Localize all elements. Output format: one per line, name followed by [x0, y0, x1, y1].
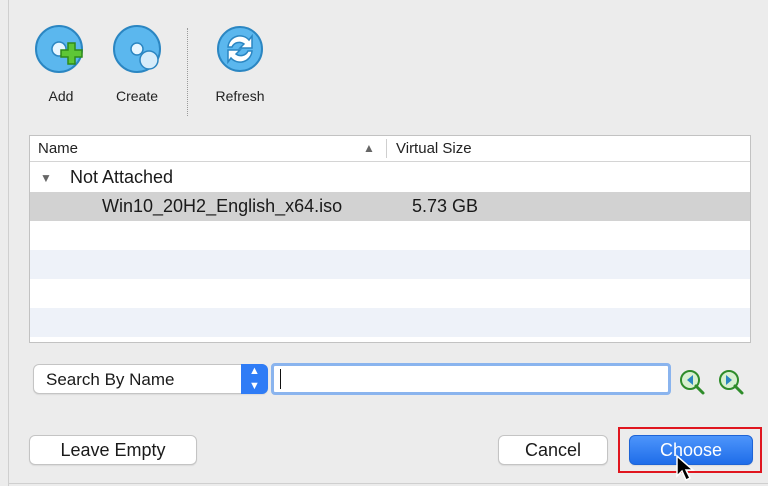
empty-row: [30, 221, 750, 250]
search-previous-icon[interactable]: [677, 366, 707, 396]
toolbar-separator: [187, 28, 188, 116]
empty-row: [30, 279, 750, 308]
group-row-not-attached[interactable]: ▼ Not Attached: [30, 163, 750, 192]
medium-name: Win10_20H2_English_x64.iso: [102, 196, 343, 216]
empty-row: [30, 250, 750, 279]
create-disk-icon: [113, 25, 161, 73]
medium-list[interactable]: Name ▲ Virtual Size ▼ Not Attached Win10…: [29, 135, 751, 343]
window-edge-bottom: [8, 483, 768, 484]
add-disk-icon: [35, 25, 83, 73]
window-edge: [8, 0, 9, 486]
refresh-icon: [217, 26, 263, 72]
medium-size: 5.73 GB: [412, 196, 479, 216]
add-label: Add: [48, 88, 74, 104]
search-input[interactable]: [271, 363, 671, 395]
group-label: Not Attached: [70, 167, 174, 187]
disclosure-triangle-icon[interactable]: ▼: [40, 171, 52, 185]
create-label: Create: [115, 88, 159, 104]
empty-row: [30, 308, 750, 337]
leave-empty-button[interactable]: Leave Empty: [29, 435, 197, 465]
refresh-button[interactable]: Refresh: [207, 22, 273, 114]
select-stepper-icon[interactable]: ▲ ▼: [241, 364, 268, 394]
add-button[interactable]: Add: [28, 22, 94, 114]
cancel-button[interactable]: Cancel: [498, 435, 608, 465]
create-button[interactable]: Create: [104, 22, 170, 114]
search-next-icon[interactable]: [716, 366, 746, 396]
list-header: Name ▲ Virtual Size: [30, 136, 750, 162]
search-type-value: Search By Name: [46, 370, 175, 389]
refresh-label: Refresh: [215, 88, 265, 104]
list-item-selected[interactable]: Win10_20H2_English_x64.iso 5.73 GB: [30, 192, 750, 221]
sort-ascending-icon: ▲: [363, 141, 375, 155]
column-header-name[interactable]: Name: [38, 140, 78, 157]
column-divider: [386, 139, 387, 158]
search-type-select[interactable]: Search By Name ▲ ▼: [33, 364, 268, 394]
mouse-pointer-icon: [676, 454, 695, 482]
column-header-virtual-size[interactable]: Virtual Size: [396, 140, 472, 157]
text-caret: [280, 369, 281, 389]
